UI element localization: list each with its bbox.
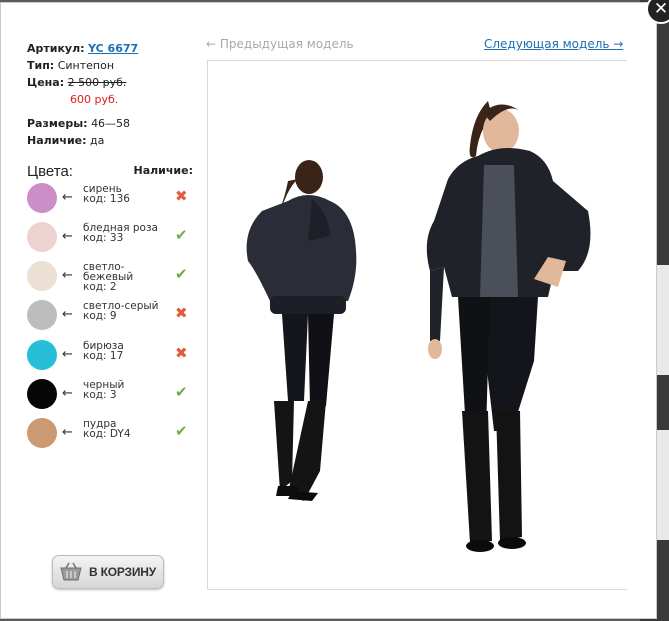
arrow-left-icon: ← [62,229,73,244]
old-price: 2 500 руб. [67,76,127,89]
unavailable-cross-icon: ✖ [175,187,188,205]
color-name: бледная роза код: 33 [83,222,158,244]
type-value: Синтепон [57,59,115,72]
color-name: бирюза код: 17 [83,340,124,362]
color-option[interactable]: ← светло-бежевый код: 2 ✔ [27,261,193,295]
stock-value: да [90,134,105,147]
color-option[interactable]: ← черный код: 3 ✔ [27,379,193,413]
new-price: 600 руб. [70,93,119,106]
arrow-left-icon: ← [62,190,73,205]
stock-label: Наличие: [27,134,87,147]
color-swatch[interactable] [27,222,57,252]
available-check-icon: ✔ [175,422,188,440]
arrow-left-icon: ← [62,347,73,362]
unavailable-cross-icon: ✖ [175,344,188,362]
type-label: Тип: [27,59,55,72]
color-swatch[interactable] [27,183,57,213]
prev-model-link[interactable]: ← Предыдущая модель [206,37,354,51]
color-name: черный код: 3 [83,379,125,401]
availability-header: Наличие: [133,164,193,177]
basket-icon [60,562,82,581]
color-swatch[interactable] [27,418,57,448]
color-option[interactable]: ← бирюза код: 17 ✖ [27,340,193,374]
color-name: светло-бежевый код: 2 [83,261,134,293]
color-swatch[interactable] [27,379,57,409]
color-name: сирень код: 136 [83,183,130,205]
product-photo-image [246,101,591,552]
sizes-label: Размеры: [27,117,88,130]
color-name: светло-серый код: 9 [83,300,159,322]
model-front-view [426,101,591,552]
colors-header: Цвета: Наличие: [27,161,193,180]
unavailable-cross-icon: ✖ [175,304,188,322]
available-check-icon: ✔ [175,265,188,283]
next-model-link[interactable]: Следующая модель → [484,37,623,51]
sizes-value: 46—58 [91,117,131,130]
color-swatch[interactable] [27,340,57,370]
model-back-view [246,160,357,501]
add-to-cart-label: В КОРЗИНУ [89,565,156,579]
article-link[interactable]: YC 6677 [88,42,138,55]
arrow-left-icon: ← [62,307,73,322]
color-name: пудра код: DY4 [83,418,131,440]
color-swatch[interactable] [27,300,57,330]
color-swatch[interactable] [27,261,57,291]
colors-title: Цвета: [27,163,73,180]
price-label: Цена: [27,76,65,89]
product-photo [207,60,627,590]
arrow-left-icon: ← [62,425,73,440]
add-to-cart-button[interactable]: В КОРЗИНУ [52,555,164,589]
product-modal: Артикул: YC 6677 Тип: Синтепон Цена: 2 5… [0,2,657,619]
available-check-icon: ✔ [175,383,188,401]
available-check-icon: ✔ [175,226,188,244]
color-option[interactable]: ← сирень код: 136 ✖ [27,183,193,217]
color-option[interactable]: ← пудра код: DY4 ✔ [27,418,193,452]
color-option[interactable]: ← бледная роза код: 33 ✔ [27,222,193,256]
product-info: Артикул: YC 6677 Тип: Синтепон Цена: 2 5… [27,40,138,149]
arrow-left-icon: ← [62,386,73,401]
article-label: Артикул: [27,42,85,55]
color-option[interactable]: ← светло-серый код: 9 ✖ [27,300,193,334]
arrow-left-icon: ← [62,268,73,283]
